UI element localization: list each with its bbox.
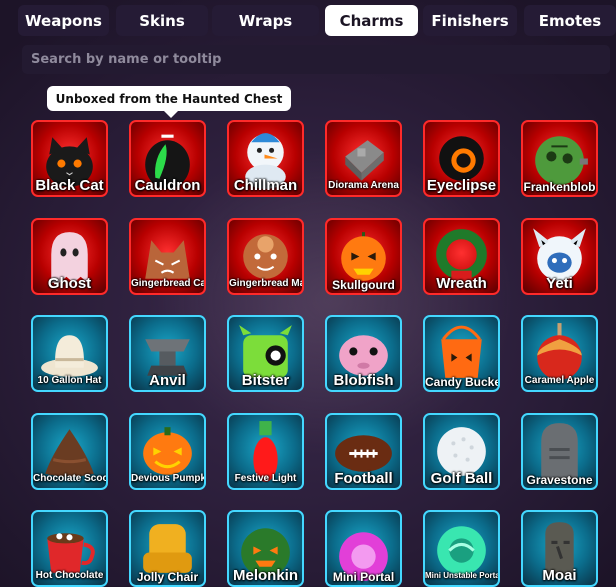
- charm-card-devious-pumpkin[interactable]: Devious Pumpkin: [129, 413, 206, 490]
- tab-skins[interactable]: Skins: [116, 5, 208, 36]
- charm-label: Black Cat: [35, 177, 104, 194]
- charm-label: Chocolate Scoop: [33, 473, 108, 484]
- tooltip-text: Unboxed from the Haunted Chest: [55, 91, 283, 106]
- charm-card-anvil[interactable]: Anvil: [129, 315, 206, 392]
- charm-label: Eyeclipse: [426, 177, 497, 194]
- charm-card-gravestone[interactable]: Gravestone: [521, 413, 598, 490]
- charm-card-golf-ball[interactable]: Golf Ball: [423, 413, 500, 490]
- charm-label: Jolly Chair: [136, 570, 199, 584]
- charm-label: Cauldron: [134, 177, 201, 194]
- charm-card-gingerbread-cat[interactable]: Gingerbread Cat: [129, 218, 206, 295]
- charm-label: Diorama Arena: [328, 180, 399, 191]
- charm-label: Caramel Apple: [524, 375, 595, 386]
- charm-card-ghost[interactable]: Ghost: [31, 218, 108, 295]
- tab-emotes[interactable]: Emotes: [524, 5, 616, 36]
- charm-label: Gravestone: [526, 473, 593, 487]
- charm-card-diorama-arena[interactable]: Diorama Arena: [325, 120, 402, 197]
- charm-card-gingerbread-man[interactable]: Gingerbread Man: [227, 218, 304, 295]
- charm-label: Blobfish: [333, 372, 394, 389]
- category-tabs: Weapons Skins Wraps Charms Finishers Emo…: [18, 5, 616, 36]
- charm-label: 10 Gallon Hat: [37, 375, 102, 386]
- charm-label: Wreath: [436, 275, 487, 292]
- charm-grid: Black Cat Cauldron Chillman Diorama Arena Ey…: [31, 120, 616, 587]
- tab-wraps[interactable]: Wraps: [212, 5, 319, 36]
- charm-card-eyeclipse[interactable]: Eyeclipse: [423, 120, 500, 197]
- tab-finishers[interactable]: Finishers: [423, 5, 517, 36]
- charm-label: Chillman: [233, 177, 298, 194]
- charm-card-caramel-apple[interactable]: Caramel Apple: [521, 315, 598, 392]
- charm-card-cauldron[interactable]: Cauldron: [129, 120, 206, 197]
- charm-card-hot-chocolate[interactable]: Hot Chocolate: [31, 510, 108, 587]
- tab-charms[interactable]: Charms: [325, 5, 418, 36]
- tab-weapons[interactable]: Weapons: [18, 5, 109, 36]
- charm-card-jolly-chair[interactable]: Jolly Chair: [129, 510, 206, 587]
- charm-card-bitster[interactable]: Bitster: [227, 315, 304, 392]
- charm-label: Hot Chocolate: [35, 570, 104, 581]
- charm-label: Frankenblob: [523, 180, 596, 194]
- charm-label: Mini Unstable Portal: [425, 571, 500, 580]
- charm-card-wreath[interactable]: Wreath: [423, 218, 500, 295]
- charm-card-frankenblob[interactable]: Frankenblob: [521, 120, 598, 197]
- charm-label: Skullgourd: [332, 278, 395, 292]
- charm-card-football[interactable]: Football: [325, 413, 402, 490]
- charm-card-chillman[interactable]: Chillman: [227, 120, 304, 197]
- charm-label: Melonkin: [232, 567, 298, 584]
- charm-card-blobfish[interactable]: Blobfish: [325, 315, 402, 392]
- charm-label: Moai: [542, 567, 577, 584]
- charm-card-mini-unstable-portal[interactable]: Mini Unstable Portal: [423, 510, 500, 587]
- charm-label: Football: [334, 470, 393, 487]
- charm-label: Bitster: [241, 372, 290, 389]
- charm-card-moai[interactable]: Moai: [521, 510, 598, 587]
- charm-card-yeti[interactable]: Yeti: [521, 218, 598, 295]
- charm-card-black-cat[interactable]: Black Cat: [31, 120, 108, 197]
- charm-card-festive-light[interactable]: Festive Light: [227, 413, 304, 490]
- charm-label: Mini Portal: [332, 570, 395, 584]
- charm-label: Golf Ball: [430, 470, 493, 487]
- search-input[interactable]: [29, 51, 610, 68]
- charm-card-melonkin[interactable]: Melonkin: [227, 510, 304, 587]
- charm-card-chocolate-scoop[interactable]: Chocolate Scoop: [31, 413, 108, 490]
- search-bar: [22, 45, 610, 74]
- charm-label: Festive Light: [234, 473, 297, 484]
- charm-label: Candy Bucket: [425, 375, 500, 389]
- charm-label: Gingerbread Man: [229, 278, 304, 289]
- charm-label: Gingerbread Cat: [131, 278, 206, 289]
- charm-card-10-gallon-hat[interactable]: 10 Gallon Hat: [31, 315, 108, 392]
- charm-card-mini-portal[interactable]: Mini Portal: [325, 510, 402, 587]
- tooltip: Unboxed from the Haunted Chest: [47, 86, 291, 118]
- charm-label: Devious Pumpkin: [131, 473, 206, 484]
- charm-card-skullgourd[interactable]: Skullgourd: [325, 218, 402, 295]
- charm-label: Ghost: [47, 275, 92, 292]
- charm-label: Anvil: [149, 372, 186, 389]
- charm-card-candy-bucket[interactable]: Candy Bucket: [423, 315, 500, 392]
- charm-label: Yeti: [546, 275, 573, 292]
